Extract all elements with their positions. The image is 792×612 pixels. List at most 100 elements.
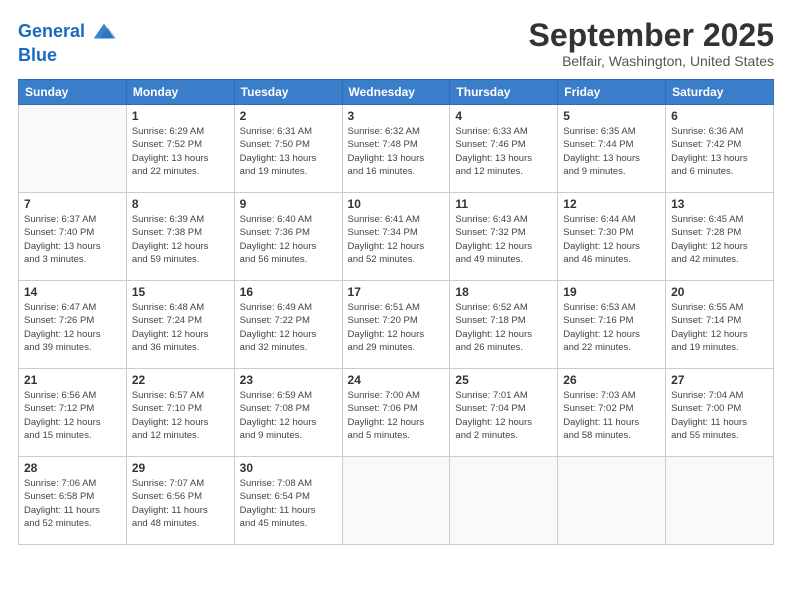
day-number: 30 <box>240 461 337 475</box>
day-info: Sunrise: 6:53 AMSunset: 7:16 PMDaylight:… <box>563 301 660 354</box>
day-info: Sunrise: 7:08 AMSunset: 6:54 PMDaylight:… <box>240 477 337 530</box>
day-info: Sunrise: 6:55 AMSunset: 7:14 PMDaylight:… <box>671 301 768 354</box>
day-info: Sunrise: 6:57 AMSunset: 7:10 PMDaylight:… <box>132 389 229 442</box>
day-info: Sunrise: 7:07 AMSunset: 6:56 PMDaylight:… <box>132 477 229 530</box>
day-number: 3 <box>348 109 445 123</box>
day-number: 19 <box>563 285 660 299</box>
day-cell: 15 Sunrise: 6:48 AMSunset: 7:24 PMDayligh… <box>126 281 234 369</box>
month-title: September 2025 <box>529 18 774 53</box>
calendar-table: SundayMondayTuesdayWednesdayThursdayFrid… <box>18 79 774 545</box>
day-number: 20 <box>671 285 768 299</box>
day-cell <box>666 457 774 545</box>
day-cell: 26 Sunrise: 7:03 AMSunset: 7:02 PMDayligh… <box>558 369 666 457</box>
day-number: 5 <box>563 109 660 123</box>
day-number: 6 <box>671 109 768 123</box>
day-info: Sunrise: 6:31 AMSunset: 7:50 PMDaylight:… <box>240 125 337 178</box>
day-info: Sunrise: 7:06 AMSunset: 6:58 PMDaylight:… <box>24 477 121 530</box>
weekday-header-tuesday: Tuesday <box>234 80 342 105</box>
day-cell <box>19 105 127 193</box>
day-number: 13 <box>671 197 768 211</box>
day-cell: 21 Sunrise: 6:56 AMSunset: 7:12 PMDayligh… <box>19 369 127 457</box>
day-cell: 20 Sunrise: 6:55 AMSunset: 7:14 PMDayligh… <box>666 281 774 369</box>
weekday-header-monday: Monday <box>126 80 234 105</box>
day-cell: 11 Sunrise: 6:43 AMSunset: 7:32 PMDayligh… <box>450 193 558 281</box>
day-number: 7 <box>24 197 121 211</box>
header: General Blue September 2025 Belfair, Was… <box>18 18 774 69</box>
logo: General Blue <box>18 18 118 66</box>
day-info: Sunrise: 6:47 AMSunset: 7:26 PMDaylight:… <box>24 301 121 354</box>
day-cell: 8 Sunrise: 6:39 AMSunset: 7:38 PMDaylight… <box>126 193 234 281</box>
day-cell: 18 Sunrise: 6:52 AMSunset: 7:18 PMDayligh… <box>450 281 558 369</box>
day-number: 22 <box>132 373 229 387</box>
day-cell: 28 Sunrise: 7:06 AMSunset: 6:58 PMDayligh… <box>19 457 127 545</box>
day-info: Sunrise: 6:45 AMSunset: 7:28 PMDaylight:… <box>671 213 768 266</box>
day-cell: 6 Sunrise: 6:36 AMSunset: 7:42 PMDaylight… <box>666 105 774 193</box>
day-info: Sunrise: 7:03 AMSunset: 7:02 PMDaylight:… <box>563 389 660 442</box>
day-info: Sunrise: 6:44 AMSunset: 7:30 PMDaylight:… <box>563 213 660 266</box>
week-row-3: 14Sunrise: 6:47 AMSunset: 7:26 PMDayligh… <box>19 281 774 369</box>
day-number: 1 <box>132 109 229 123</box>
day-info: Sunrise: 6:32 AMSunset: 7:48 PMDaylight:… <box>348 125 445 178</box>
day-info: Sunrise: 6:52 AMSunset: 7:18 PMDaylight:… <box>455 301 552 354</box>
logo-text: General <box>18 22 85 42</box>
day-info: Sunrise: 6:40 AMSunset: 7:36 PMDaylight:… <box>240 213 337 266</box>
day-cell: 30 Sunrise: 7:08 AMSunset: 6:54 PMDayligh… <box>234 457 342 545</box>
day-cell: 25Sunrise: 7:01 AMSunset: 7:04 PMDayligh… <box>450 369 558 457</box>
day-cell: 24 Sunrise: 7:00 AMSunset: 7:06 PMDayligh… <box>342 369 450 457</box>
day-number: 17 <box>348 285 445 299</box>
day-number: 12 <box>563 197 660 211</box>
day-number: 8 <box>132 197 229 211</box>
day-number: 9 <box>240 197 337 211</box>
day-number: 29 <box>132 461 229 475</box>
day-info: Sunrise: 6:37 AMSunset: 7:40 PMDaylight:… <box>24 213 121 266</box>
day-number: 26 <box>563 373 660 387</box>
day-info: Sunrise: 6:51 AMSunset: 7:20 PMDaylight:… <box>348 301 445 354</box>
day-number: 18 <box>455 285 552 299</box>
day-cell <box>558 457 666 545</box>
week-row-5: 28 Sunrise: 7:06 AMSunset: 6:58 PMDayligh… <box>19 457 774 545</box>
day-info: Sunrise: 6:36 AMSunset: 7:42 PMDaylight:… <box>671 125 768 178</box>
day-cell: 7 Sunrise: 6:37 AMSunset: 7:40 PMDaylight… <box>19 193 127 281</box>
day-number: 16 <box>240 285 337 299</box>
day-cell: 13 Sunrise: 6:45 AMSunset: 7:28 PMDayligh… <box>666 193 774 281</box>
day-info: Sunrise: 6:48 AMSunset: 7:24 PMDaylight:… <box>132 301 229 354</box>
day-info: Sunrise: 6:41 AMSunset: 7:34 PMDaylight:… <box>348 213 445 266</box>
day-info: Sunrise: 6:29 AMSunset: 7:52 PMDaylight:… <box>132 125 229 178</box>
page: General Blue September 2025 Belfair, Was… <box>0 0 792 612</box>
day-number: 15 <box>132 285 229 299</box>
day-cell: 29 Sunrise: 7:07 AMSunset: 6:56 PMDayligh… <box>126 457 234 545</box>
day-cell: 5Sunrise: 6:35 AMSunset: 7:44 PMDaylight… <box>558 105 666 193</box>
day-cell: 14Sunrise: 6:47 AMSunset: 7:26 PMDayligh… <box>19 281 127 369</box>
weekday-header-friday: Friday <box>558 80 666 105</box>
day-cell <box>450 457 558 545</box>
day-cell: 4Sunrise: 6:33 AMSunset: 7:46 PMDaylight… <box>450 105 558 193</box>
logo-blue: Blue <box>18 46 118 66</box>
day-cell: 9 Sunrise: 6:40 AMSunset: 7:36 PMDaylight… <box>234 193 342 281</box>
day-number: 4 <box>455 109 552 123</box>
day-number: 24 <box>348 373 445 387</box>
day-number: 2 <box>240 109 337 123</box>
day-info: Sunrise: 6:56 AMSunset: 7:12 PMDaylight:… <box>24 389 121 442</box>
weekday-header-thursday: Thursday <box>450 80 558 105</box>
day-cell: 2 Sunrise: 6:31 AMSunset: 7:50 PMDaylight… <box>234 105 342 193</box>
day-number: 28 <box>24 461 121 475</box>
week-row-2: 7 Sunrise: 6:37 AMSunset: 7:40 PMDaylight… <box>19 193 774 281</box>
day-info: Sunrise: 6:39 AMSunset: 7:38 PMDaylight:… <box>132 213 229 266</box>
day-cell: 3 Sunrise: 6:32 AMSunset: 7:48 PMDaylight… <box>342 105 450 193</box>
day-cell: 22 Sunrise: 6:57 AMSunset: 7:10 PMDayligh… <box>126 369 234 457</box>
title-area: September 2025 Belfair, Washington, Unit… <box>529 18 774 69</box>
weekday-header-row: SundayMondayTuesdayWednesdayThursdayFrid… <box>19 80 774 105</box>
day-info: Sunrise: 6:49 AMSunset: 7:22 PMDaylight:… <box>240 301 337 354</box>
day-info: Sunrise: 6:59 AMSunset: 7:08 PMDaylight:… <box>240 389 337 442</box>
week-row-4: 21 Sunrise: 6:56 AMSunset: 7:12 PMDayligh… <box>19 369 774 457</box>
day-info: Sunrise: 6:43 AMSunset: 7:32 PMDaylight:… <box>455 213 552 266</box>
weekday-header-wednesday: Wednesday <box>342 80 450 105</box>
day-number: 27 <box>671 373 768 387</box>
day-cell: 12 Sunrise: 6:44 AMSunset: 7:30 PMDayligh… <box>558 193 666 281</box>
day-cell: 1 Sunrise: 6:29 AMSunset: 7:52 PMDaylight… <box>126 105 234 193</box>
day-number: 21 <box>24 373 121 387</box>
day-number: 25 <box>455 373 552 387</box>
day-info: Sunrise: 7:00 AMSunset: 7:06 PMDaylight:… <box>348 389 445 442</box>
day-cell <box>342 457 450 545</box>
day-number: 11 <box>455 197 552 211</box>
